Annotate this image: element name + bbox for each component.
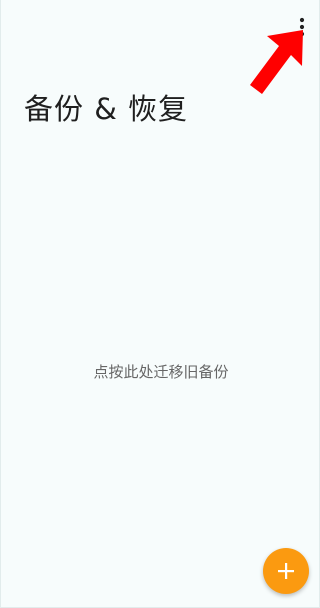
migrate-old-backups-link[interactable]: 点按此处迁移旧备份 bbox=[1, 360, 319, 384]
backup-restore-screen: 备份 & 恢复 点按此处迁移旧备份 bbox=[0, 0, 320, 608]
page-title: 备份 & 恢复 bbox=[24, 92, 189, 126]
add-backup-button[interactable] bbox=[263, 548, 309, 594]
overflow-menu-button[interactable] bbox=[289, 14, 315, 40]
plus-icon bbox=[278, 563, 294, 579]
more-vert-icon bbox=[299, 17, 305, 37]
